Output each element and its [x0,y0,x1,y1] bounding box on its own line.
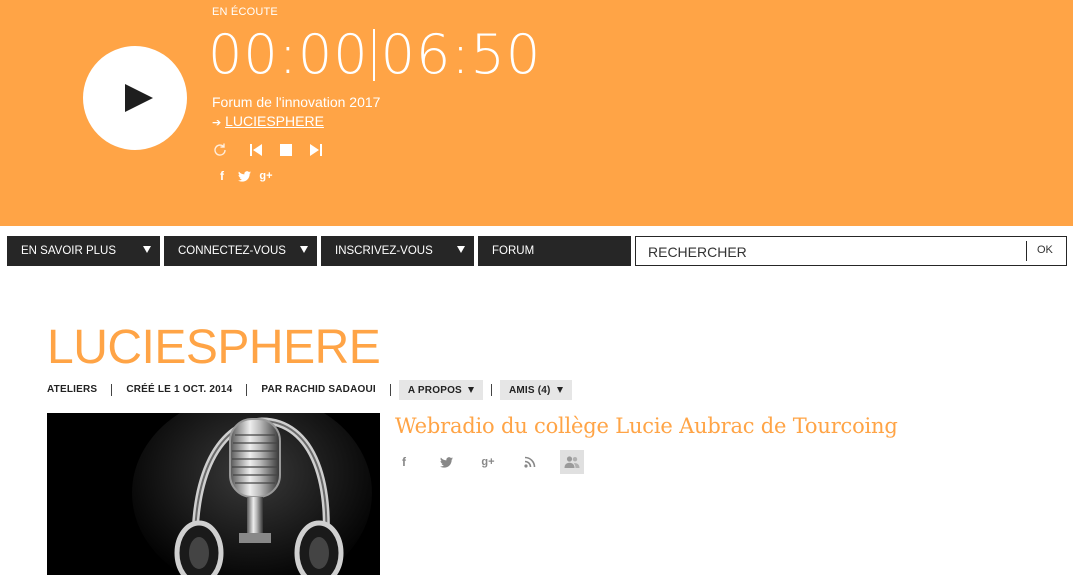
track-title: Forum de l'innovation 2017 [212,94,381,110]
nav-item-en-savoir-plus[interactable]: EN SAVOIR PLUS [7,236,160,266]
chevron-down-icon [300,246,308,253]
now-playing-label: EN ÉCOUTE [212,6,278,18]
search-divider [1026,241,1027,261]
members-icon[interactable] [560,450,584,474]
search-input[interactable] [648,241,1018,263]
chevron-down-icon [556,387,563,393]
repeat-icon[interactable] [211,141,229,159]
chevron-down-icon [467,387,474,393]
next-icon[interactable] [307,141,325,159]
page-meta: ATELIERS CRÉÉ LE 1 OCT. 2014 PAR RACHID … [47,380,572,400]
meta-category[interactable]: ATELIERS [47,384,111,396]
nav-item-inscrivez-vous[interactable]: INSCRIVEZ-VOUS [321,236,474,266]
nav-item-label: CONNECTEZ-VOUS [178,245,286,257]
previous-icon[interactable] [247,141,265,159]
twitter-icon[interactable] [236,168,252,184]
facebook-icon[interactable]: f [214,168,230,184]
meta-divider [490,384,492,396]
friends-label: AMIS (4) [508,384,551,396]
google-plus-icon[interactable]: g+ [480,452,496,472]
meta-author[interactable]: PAR RACHID SADAOUI [246,384,390,396]
channel-line: ➔ LUCIESPHERE [212,113,324,129]
nav-item-forum[interactable]: FORUM [478,236,631,266]
about-dropdown[interactable]: A PROPOS [398,380,483,400]
stop-icon[interactable] [277,141,295,159]
page-share: f g+ [396,450,584,474]
main-navigation: EN SAVOIR PLUS CONNECTEZ-VOUS INSCRIVEZ-… [7,236,631,266]
channel-link[interactable]: LUCIESPHERE [225,113,324,129]
page-title: LUCIESPHERE [47,321,381,374]
microphone-headphones-image [47,413,380,575]
chevron-down-icon [143,246,151,253]
play-button[interactable] [83,46,187,150]
google-plus-icon[interactable]: g+ [258,168,274,184]
nav-item-label: INSCRIVEZ-VOUS [335,245,433,257]
player-share: f g+ [214,168,280,184]
search-bar: OK [635,236,1067,266]
page-subtitle: Webradio du collège Lucie Aubrac de Tour… [395,414,898,438]
friends-dropdown[interactable]: AMIS (4) [499,380,572,400]
about-label: A PROPOS [407,384,462,396]
rss-icon[interactable] [522,452,538,472]
total-duration: 06:50 [380,23,542,86]
elapsed-time: 00:00 [208,23,369,86]
nav-item-label: EN SAVOIR PLUS [21,245,117,257]
timer: 00:00 06:50 [208,24,541,86]
search-submit-button[interactable]: OK [1037,244,1053,256]
playback-controls [211,141,337,159]
chevron-down-icon [457,246,465,253]
twitter-icon[interactable] [438,452,454,472]
arrow-right-icon: ➔ [212,117,222,129]
timer-separator [372,29,375,81]
facebook-icon[interactable]: f [396,452,412,472]
meta-created-date: CRÉÉ LE 1 OCT. 2014 [111,384,246,396]
audio-player: EN ÉCOUTE 00:00 06:50 Forum de l'innovat… [0,0,1073,226]
nav-item-label: FORUM [492,245,535,257]
meta-divider [389,384,391,396]
play-icon [125,84,153,112]
nav-item-connectez-vous[interactable]: CONNECTEZ-VOUS [164,236,317,266]
